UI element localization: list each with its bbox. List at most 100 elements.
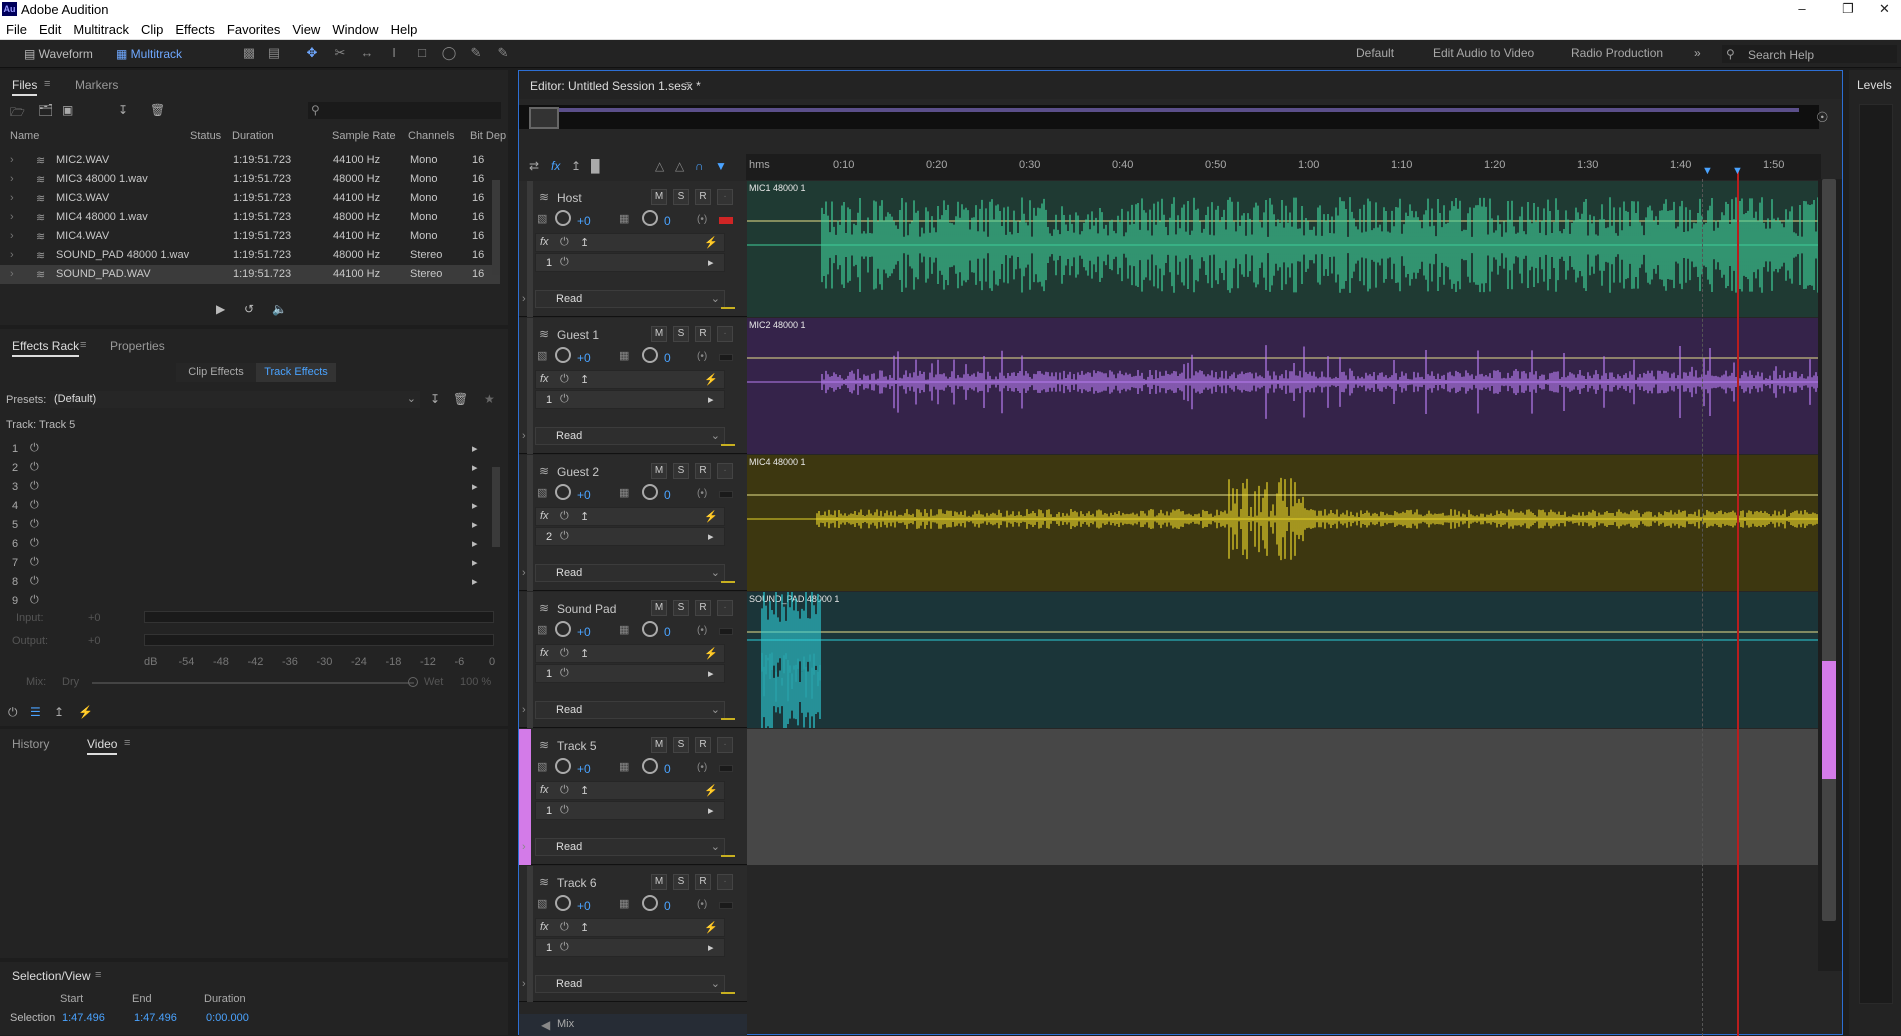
save-preset-icon[interactable]: ↧: [430, 392, 440, 406]
slot-power-icon[interactable]: ⏻: [30, 537, 39, 550]
pan-value[interactable]: 0: [664, 625, 671, 639]
file-row[interactable]: › ≋ SOUND_PAD 48000 1.wav 1:19:51.723 48000 …: [0, 246, 500, 265]
show-sends-icon[interactable]: ↥: [571, 159, 581, 173]
fx-lightning-icon[interactable]: ⚡: [704, 647, 718, 660]
minimize-icon[interactable]: –: [1780, 0, 1824, 18]
slot-menu-icon[interactable]: ▸: [472, 537, 478, 550]
close-icon[interactable]: ✕: [1868, 0, 1901, 18]
record-arm-button[interactable]: R: [695, 737, 711, 753]
track-fx-slot[interactable]: 1 ⏻ ▸: [535, 801, 725, 820]
automation-mode-dropdown[interactable]: › Read ⌄: [522, 564, 725, 582]
cti-marker-icon[interactable]: ▼: [1702, 165, 1713, 177]
move-tool-icon[interactable]: ✥: [304, 45, 320, 61]
track-fx-row[interactable]: fx ⏻ ↥ ⚡: [535, 233, 725, 252]
col-channels[interactable]: Channels: [408, 130, 454, 142]
slot-power-icon[interactable]: ⏻: [30, 575, 39, 588]
time-selection-tool-icon[interactable]: I: [386, 45, 402, 61]
pan-knob[interactable]: [642, 210, 658, 226]
pan-value[interactable]: 0: [664, 899, 671, 913]
favorite-star-icon[interactable]: ★: [484, 392, 495, 406]
volume-value[interactable]: +0: [577, 351, 591, 365]
menu-clip[interactable]: Clip: [135, 18, 169, 37]
workspace-radio-production[interactable]: Radio Production: [1571, 46, 1663, 60]
monitor-input-button[interactable]: ·: [717, 463, 733, 479]
track-lane[interactable]: MIC1 48000 1: [747, 181, 1821, 317]
fx-power-icon[interactable]: ⏻: [560, 236, 569, 249]
solo-button[interactable]: S: [673, 737, 689, 753]
volume-knob[interactable]: [555, 621, 571, 637]
track-lane[interactable]: [747, 866, 1821, 1002]
effect-slot[interactable]: 6 ⏻ ▸: [10, 535, 490, 554]
solo-button[interactable]: S: [673, 874, 689, 890]
timeline-ruler[interactable]: [746, 154, 1821, 180]
effect-slot[interactable]: 3 ⏻ ▸: [10, 478, 490, 497]
workspace-edit-audio-to-video[interactable]: Edit Audio to Video: [1433, 46, 1534, 60]
effect-slot[interactable]: 7 ⏻ ▸: [10, 554, 490, 573]
track-name[interactable]: Guest 2: [557, 465, 599, 479]
fx-send-icon[interactable]: ↥: [580, 921, 589, 934]
fx-slot-menu-icon[interactable]: ▸: [708, 393, 714, 406]
show-effects-icon[interactable]: fx: [551, 159, 560, 173]
automation-mode-dropdown[interactable]: › Read ⌄: [522, 290, 725, 308]
menu-favorites[interactable]: Favorites: [221, 18, 286, 37]
track-name[interactable]: Guest 1: [557, 328, 599, 342]
restore-icon[interactable]: ❐: [1826, 0, 1870, 18]
expand-icon[interactable]: ›: [10, 249, 14, 261]
track-fx-row[interactable]: fx ⏻ ↥ ⚡: [535, 644, 725, 663]
mix-slider[interactable]: [92, 682, 414, 684]
fx-send-icon[interactable]: ↥: [580, 510, 589, 523]
track-name[interactable]: Host: [557, 191, 582, 205]
expand-icon[interactable]: ›: [522, 839, 526, 855]
menu-effects[interactable]: Effects: [169, 18, 221, 37]
volume-knob[interactable]: [555, 758, 571, 774]
rack-send-icon[interactable]: ↥: [54, 705, 64, 719]
slot-power-icon[interactable]: ⏻: [30, 499, 39, 512]
menu-window[interactable]: Window: [326, 18, 384, 37]
fx-send-icon[interactable]: ↥: [580, 784, 589, 797]
tab-history[interactable]: History: [12, 737, 49, 751]
monitor-input-button[interactable]: ·: [717, 737, 733, 753]
automation-mode-dropdown[interactable]: › Read ⌄: [522, 975, 725, 993]
record-arm-button[interactable]: R: [695, 874, 711, 890]
rack-lightning-icon[interactable]: ⚡: [78, 705, 93, 719]
slot-menu-icon[interactable]: ▸: [472, 556, 478, 569]
file-row[interactable]: › ≋ MIC4.WAV 1:19:51.723 44100 Hz Mono 16: [0, 227, 500, 246]
show-eq-icon[interactable]: █: [591, 159, 600, 173]
rack-power-icon[interactable]: ⏻: [8, 705, 18, 720]
pan-value[interactable]: 0: [664, 214, 671, 228]
file-row[interactable]: › ≋ MIC2.WAV 1:19:51.723 44100 Hz Mono 16: [0, 151, 500, 170]
clip-effects-tab[interactable]: Clip Effects: [176, 363, 256, 382]
track-lane[interactable]: MIC4 48000 1: [747, 455, 1821, 591]
expand-icon[interactable]: ›: [522, 291, 526, 307]
fx-slot-menu-icon[interactable]: ▸: [708, 804, 714, 817]
mute-button[interactable]: M: [651, 600, 667, 616]
track-name[interactable]: Track 6: [557, 876, 597, 890]
expand-icon[interactable]: ›: [522, 976, 526, 992]
insert-into-multitrack-icon[interactable]: ↧: [118, 103, 128, 117]
more-workspaces-icon[interactable]: »: [1694, 46, 1701, 60]
selection-duration[interactable]: 0:00.000: [206, 1012, 249, 1024]
volume-knob[interactable]: [555, 210, 571, 226]
fx-slot-power-icon[interactable]: ⏻: [560, 667, 569, 680]
editor-menu-icon[interactable]: ≡: [685, 79, 691, 91]
effect-slot[interactable]: 1 ⏻ ▸: [10, 440, 490, 459]
col-duration[interactable]: Duration: [232, 130, 274, 142]
fx-slot-power-icon[interactable]: ⏻: [560, 941, 569, 954]
effect-slot[interactable]: 2 ⏻ ▸: [10, 459, 490, 478]
track-fx-slot[interactable]: 1 ⏻ ▸: [535, 938, 725, 957]
fx-power-icon[interactable]: ⏻: [560, 373, 569, 386]
slot-menu-icon[interactable]: ▸: [472, 518, 478, 531]
monitor-input-button[interactable]: ·: [717, 600, 733, 616]
volume-knob[interactable]: [555, 895, 571, 911]
track-fx-row[interactable]: fx ⏻ ↥ ⚡: [535, 370, 725, 389]
fx-lightning-icon[interactable]: ⚡: [704, 236, 718, 249]
spectral-display-icon[interactable]: ▩: [241, 45, 257, 61]
menu-view[interactable]: View: [286, 18, 326, 37]
mute-button[interactable]: M: [651, 737, 667, 753]
track-header[interactable]: ≋ Track 6 M S R · ▧ +0 ▦ 0 (•) fx ⏻ ↥ ⚡ 1 ⏻ ▸ › Read ⌄: [519, 866, 747, 1002]
pan-value[interactable]: 0: [664, 488, 671, 502]
monitor-input-button[interactable]: ·: [717, 874, 733, 890]
pan-knob[interactable]: [642, 484, 658, 500]
track-header[interactable]: ≋ Track 5 M S R · ▧ +0 ▦ 0 (•) fx ⏻ ↥ ⚡ 1 ⏻ ▸ › Read ⌄: [519, 729, 747, 865]
open-file-icon[interactable]: 🗁: [10, 103, 25, 124]
